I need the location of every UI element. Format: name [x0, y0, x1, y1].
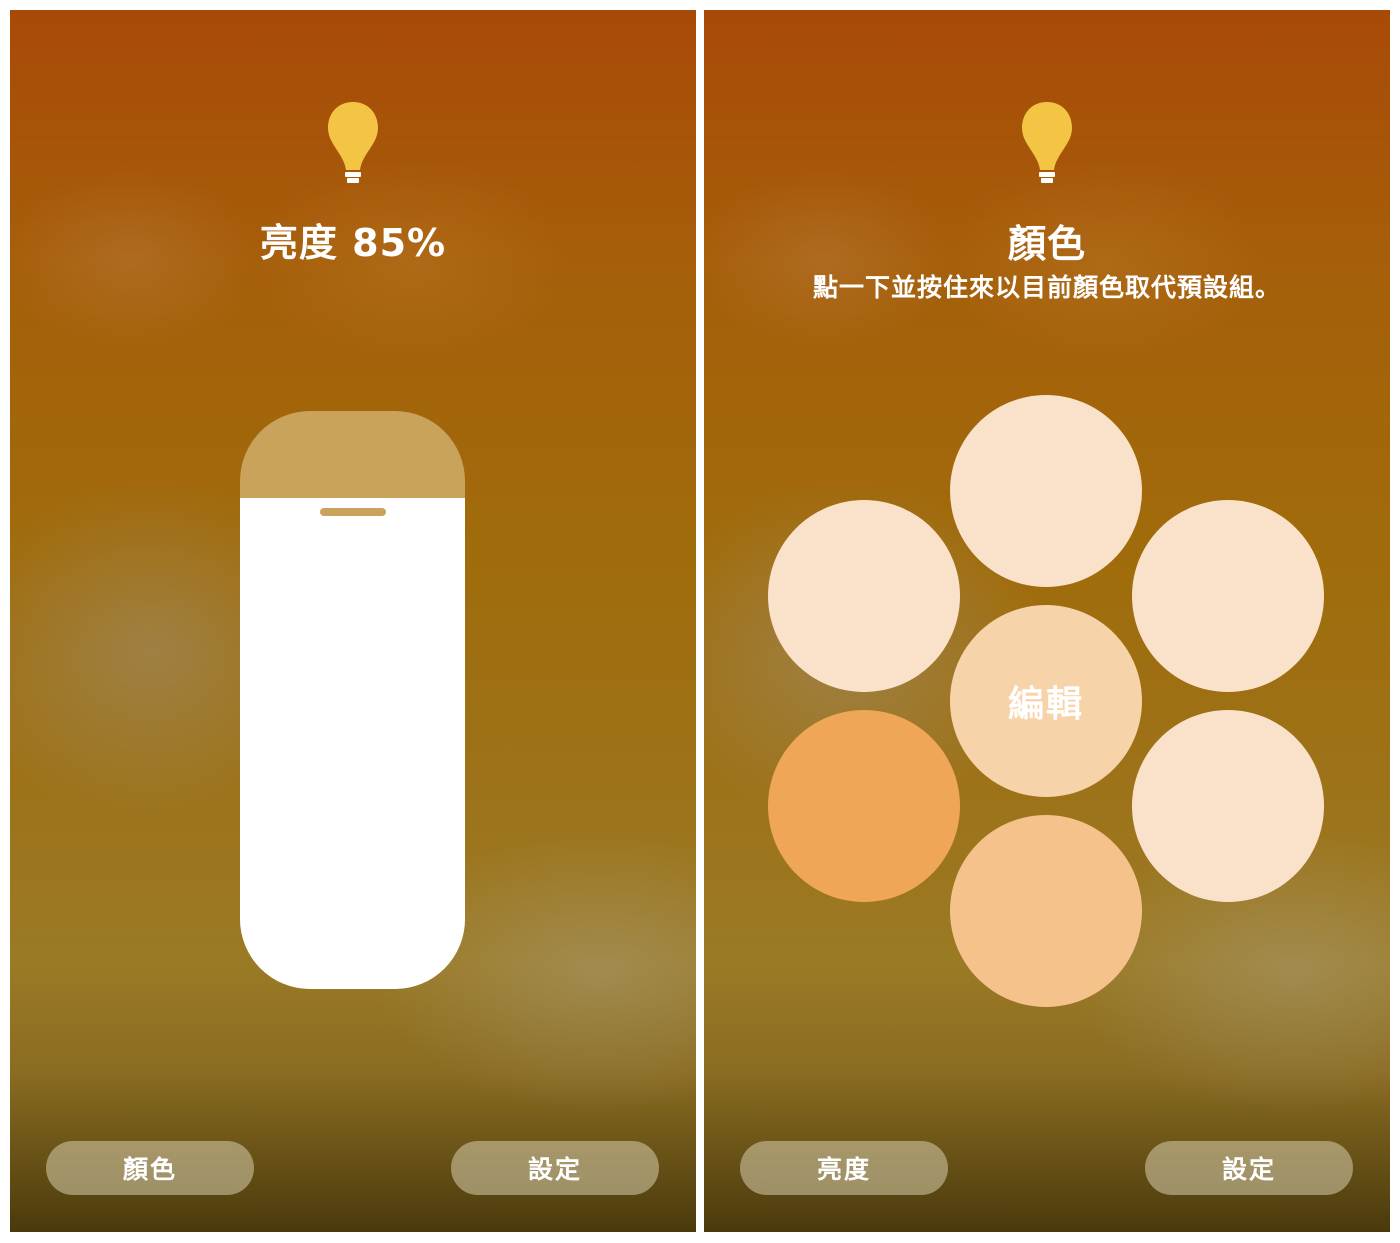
brightness-slider-handle[interactable] — [319, 508, 386, 516]
color-subtitle: 點一下並按住來以目前顏色取代預設組。 — [812, 273, 1281, 302]
edit-label: 編輯 — [1007, 684, 1084, 725]
color-swatch-lower-left[interactable] — [768, 710, 960, 902]
color-swatch-lower-right[interactable] — [1132, 710, 1324, 902]
screenshot-frame: 亮度 85% 顏色 設定 顏色 點一下並按住來以目前顏色取代預設組。 編輯 亮度… — [0, 0, 1400, 1243]
color-swatch-upper-left[interactable] — [768, 500, 960, 692]
color-swatch-top[interactable] — [950, 395, 1142, 587]
color-screen: 顏色 點一下並按住來以目前顏色取代預設組。 編輯 亮度 設定 — [704, 10, 1390, 1232]
settings-button[interactable]: 設定 — [1145, 1141, 1353, 1195]
color-mode-button[interactable]: 顏色 — [46, 1141, 254, 1195]
lightbulb-icon — [328, 102, 378, 183]
brightness-title: 亮度 85% — [259, 221, 447, 265]
brightness-mode-button[interactable]: 亮度 — [740, 1141, 948, 1195]
color-swatch-upper-right[interactable] — [1132, 500, 1324, 692]
brightness-slider-fill — [240, 498, 465, 989]
color-title: 顏色 — [1007, 222, 1086, 266]
brightness-slider[interactable] — [240, 411, 465, 989]
brightness-screen: 亮度 85% 顏色 設定 — [10, 10, 696, 1232]
lightbulb-icon — [1022, 102, 1072, 183]
settings-button[interactable]: 設定 — [451, 1141, 659, 1195]
color-swatch-edit[interactable]: 編輯 — [950, 605, 1142, 797]
color-swatch-bottom[interactable] — [950, 815, 1142, 1007]
